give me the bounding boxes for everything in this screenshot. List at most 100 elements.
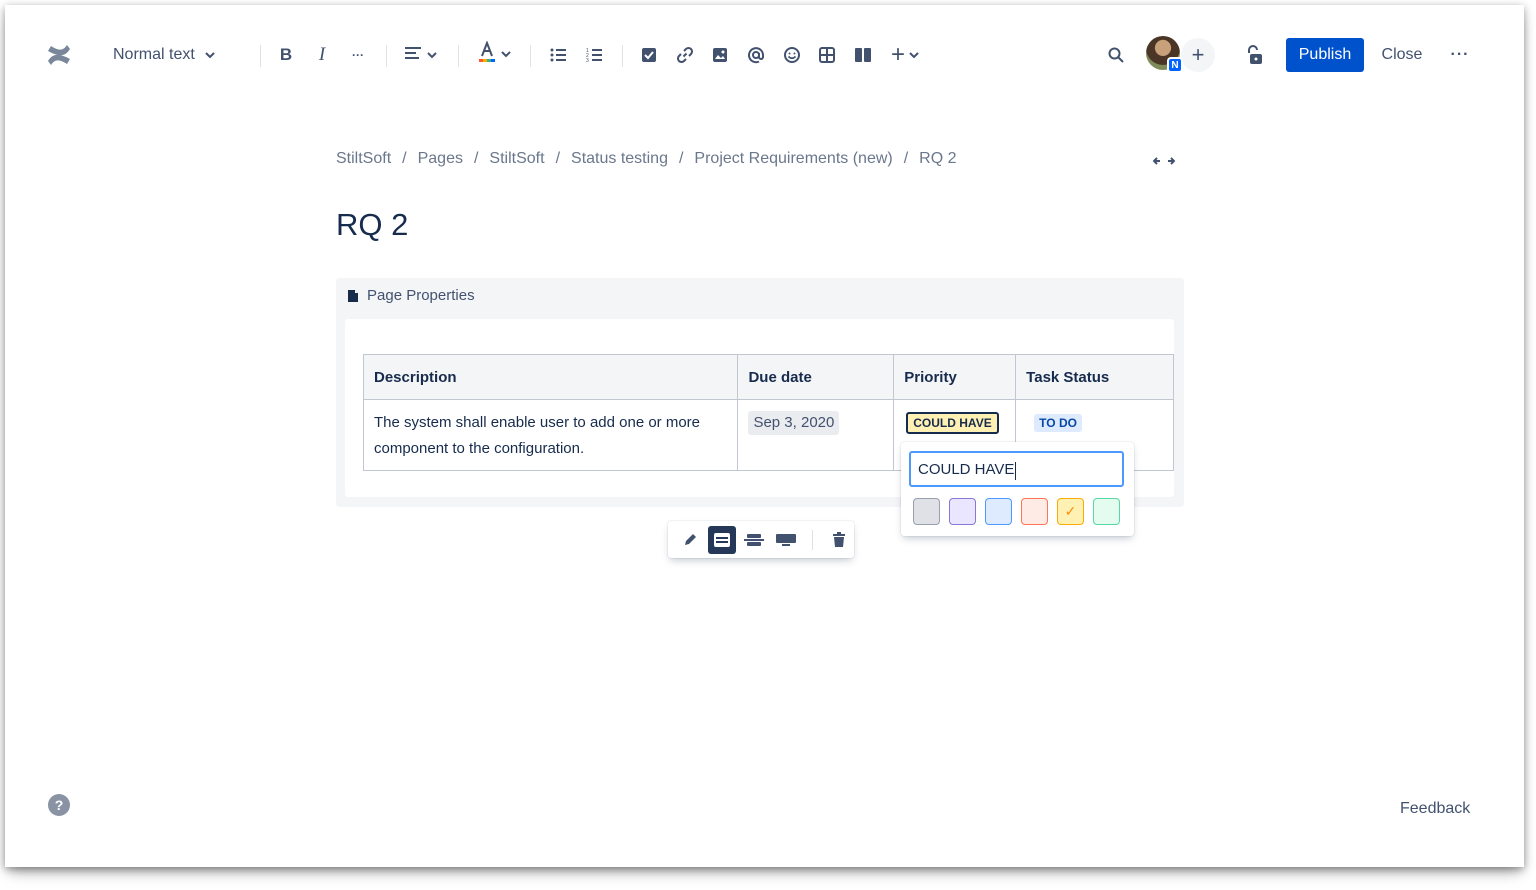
breadcrumb-separator: / xyxy=(555,150,561,167)
bullet-list-button[interactable] xyxy=(545,42,571,68)
search-icon xyxy=(1108,47,1124,63)
chevron-down-icon xyxy=(427,46,437,64)
breadcrumb-item-current[interactable]: RQ 2 xyxy=(919,150,956,168)
search-button[interactable] xyxy=(1103,42,1129,68)
page-title[interactable]: RQ 2 xyxy=(336,207,408,243)
status-picker-popup: ✓ xyxy=(901,442,1134,536)
bullet-list-icon xyxy=(550,48,566,62)
image-button[interactable] xyxy=(707,42,733,68)
text-caret xyxy=(1015,462,1016,480)
layouts-button[interactable] xyxy=(850,42,876,68)
toolbar-divider xyxy=(260,45,261,67)
swatch-red[interactable] xyxy=(1021,498,1048,525)
layout-wide-button[interactable] xyxy=(740,526,768,554)
invite-button[interactable]: + xyxy=(1181,38,1215,72)
swatch-blue[interactable] xyxy=(985,498,1012,525)
image-icon xyxy=(713,48,727,62)
layout-full-icon xyxy=(776,533,796,546)
at-icon xyxy=(748,47,764,64)
toolbar-divider xyxy=(458,45,459,67)
editor-window: Normal text B I ··· 1 2 3 + + N Publish … xyxy=(5,5,1524,867)
close-button[interactable]: Close xyxy=(1375,38,1429,72)
description-cell[interactable]: The system shall enable user to add one … xyxy=(362,399,739,471)
toolbar-divider xyxy=(386,45,387,67)
toolbar-divider xyxy=(622,45,623,67)
document-icon xyxy=(348,289,358,302)
breadcrumb-item[interactable]: Project Requirements (new) xyxy=(694,150,892,168)
layout-default-button[interactable] xyxy=(708,525,736,554)
table-header-cell[interactable]: Task Status xyxy=(1015,354,1174,400)
avatar-badge: N xyxy=(1167,57,1183,73)
publish-button[interactable]: Publish xyxy=(1286,38,1364,72)
color-swatches: ✓ xyxy=(913,498,1120,525)
breadcrumb-item[interactable]: StiltSoft xyxy=(336,150,391,168)
text-style-dropdown[interactable]: Normal text xyxy=(113,42,215,68)
expand-width-icon xyxy=(1153,157,1175,165)
feedback-link[interactable]: Feedback xyxy=(1400,800,1470,818)
unlock-icon xyxy=(1248,45,1262,64)
restrictions-button[interactable] xyxy=(1241,42,1267,68)
trash-icon xyxy=(833,531,845,547)
status-lozenge[interactable]: TO DO xyxy=(1034,414,1082,432)
table-header-cell[interactable]: Description xyxy=(362,354,739,400)
breadcrumb-separator: / xyxy=(473,150,479,167)
swatch-neutral[interactable] xyxy=(913,498,940,525)
more-actions-button[interactable]: ··· xyxy=(1445,42,1475,68)
chevron-down-icon xyxy=(501,45,511,63)
edit-macro-button[interactable] xyxy=(676,526,704,554)
text-style-label: Normal text xyxy=(113,46,195,63)
align-left-icon xyxy=(405,46,421,65)
text-color-icon xyxy=(479,39,495,68)
svg-text:3: 3 xyxy=(586,58,589,62)
chevron-down-icon xyxy=(909,46,919,64)
table-header-row: Description Due date Priority Task Statu… xyxy=(362,354,1174,400)
numbered-list-icon: 123 xyxy=(586,48,602,62)
macro-header: Page Properties xyxy=(347,287,475,304)
status-lozenge-selected[interactable]: COULD HAVE xyxy=(906,412,999,434)
due-date-cell[interactable]: Sep 3, 2020 xyxy=(737,399,895,471)
link-icon xyxy=(676,46,694,64)
swatch-purple[interactable] xyxy=(949,498,976,525)
table-floating-toolbar xyxy=(668,521,854,558)
breadcrumb-separator: / xyxy=(903,150,909,167)
toolbar-divider xyxy=(812,529,813,550)
breadcrumb-item[interactable]: Status testing xyxy=(571,150,668,168)
numbered-list-button[interactable]: 123 xyxy=(581,42,607,68)
more-formatting-button[interactable]: ··· xyxy=(345,42,371,68)
date-chip[interactable]: Sep 3, 2020 xyxy=(748,411,840,435)
checkbox-icon xyxy=(642,48,656,62)
swatch-yellow-selected[interactable]: ✓ xyxy=(1057,498,1084,525)
macro-title: Page Properties xyxy=(367,287,475,304)
breadcrumb-item[interactable]: StiltSoft xyxy=(489,150,544,168)
emoji-button[interactable] xyxy=(779,42,805,68)
text-color-dropdown[interactable] xyxy=(475,39,515,68)
action-item-button[interactable] xyxy=(636,42,662,68)
table-header-cell[interactable]: Due date xyxy=(737,354,895,400)
insert-dropdown[interactable]: + xyxy=(887,42,923,68)
emoji-icon xyxy=(784,47,800,63)
delete-button[interactable] xyxy=(825,526,853,554)
status-text-input[interactable] xyxy=(909,451,1124,487)
layout-wide-icon xyxy=(744,533,764,546)
table-header-cell[interactable]: Priority xyxy=(893,354,1017,400)
toolbar-divider xyxy=(530,45,531,67)
italic-button[interactable]: I xyxy=(309,42,335,68)
pencil-icon xyxy=(685,533,696,545)
editor-toolbar: Normal text B I ··· 1 2 3 + + N Publish … xyxy=(5,5,1524,105)
breadcrumb-separator: / xyxy=(678,150,684,167)
mention-button[interactable] xyxy=(743,42,769,68)
table-button[interactable] xyxy=(814,42,840,68)
confluence-logo-icon[interactable] xyxy=(43,39,75,71)
layout-center-icon xyxy=(714,532,730,547)
bold-button[interactable]: B xyxy=(273,42,299,68)
breadcrumb-separator: / xyxy=(402,150,407,167)
table-icon xyxy=(819,47,835,63)
swatch-green[interactable] xyxy=(1093,498,1120,525)
plus-icon: + xyxy=(890,41,905,68)
alignment-dropdown[interactable] xyxy=(401,42,441,68)
link-button[interactable] xyxy=(672,42,698,68)
full-width-toggle[interactable] xyxy=(1151,151,1177,171)
breadcrumb-item[interactable]: Pages xyxy=(418,150,463,168)
help-icon[interactable]: ? xyxy=(48,794,70,816)
layout-full-width-button[interactable] xyxy=(772,526,800,554)
